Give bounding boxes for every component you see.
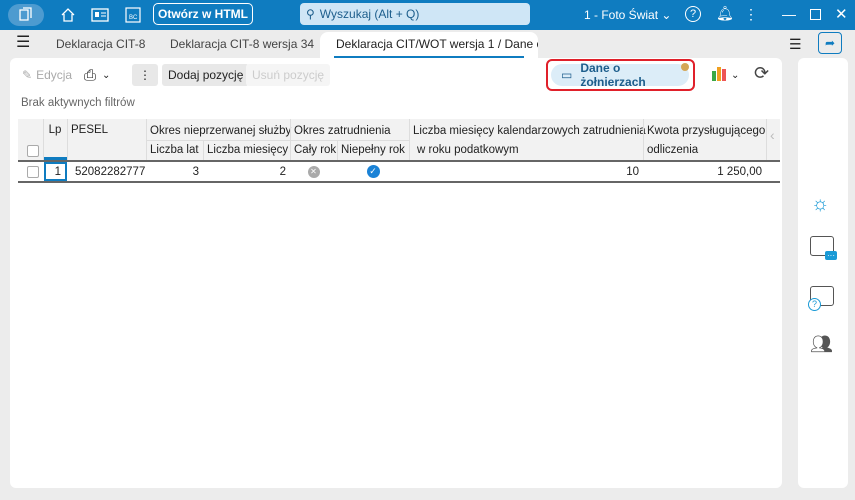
- tab-bar: ☰ Deklaracja CIT-8 Deklaracja CIT-8 wers…: [0, 30, 855, 60]
- chevron-down-icon: ⌄: [102, 69, 111, 81]
- app-logo[interactable]: [8, 4, 44, 26]
- title-bar: BC Otwórz w HTML ⚲ Wyszukaj (Alt + Q) 1 -…: [0, 0, 855, 30]
- scroll-left-arrow[interactable]: ‹: [766, 127, 779, 143]
- list-icon[interactable]: ☰: [789, 36, 802, 53]
- col-years[interactable]: Liczba lat: [146, 140, 203, 160]
- more-actions-button[interactable]: ⋮: [132, 64, 158, 86]
- edit-icon: ✎: [22, 68, 33, 82]
- select-all-checkbox[interactable]: [23, 143, 43, 159]
- open-html-button[interactable]: Otwórz w HTML: [153, 3, 253, 25]
- col-partial-year[interactable]: Niepełny rok: [337, 140, 409, 160]
- remove-position-button[interactable]: Usuń pozycję: [246, 64, 331, 86]
- cube-icon: ▭: [561, 68, 573, 82]
- cell-full-year[interactable]: ✕: [290, 162, 337, 181]
- chat-icon[interactable]: ···: [810, 236, 837, 260]
- menu-icon[interactable]: ☰: [16, 35, 30, 51]
- right-sidebar: ☼ ··· ? 👥︎: [798, 58, 848, 488]
- more-icon[interactable]: ⋮: [744, 6, 758, 23]
- printer-icon: ⎙: [84, 66, 97, 84]
- notification-dot: [681, 63, 689, 71]
- filter-status: Brak aktywnych filtrów: [21, 97, 135, 109]
- col-pesel[interactable]: PESEL: [67, 121, 112, 139]
- x-circle-icon: ✕: [307, 165, 320, 178]
- chart-icon[interactable]: ⌄: [712, 67, 739, 81]
- tab-cit8-v34[interactable]: Deklaracja CIT-8 wersja 34: [170, 37, 314, 51]
- svg-text:BC: BC: [129, 15, 138, 21]
- news-icon[interactable]: [91, 6, 109, 24]
- search-input[interactable]: ⚲ Wyszukaj (Alt + Q): [300, 3, 530, 25]
- col-amount-2: odliczenia: [647, 144, 699, 156]
- minimize-button[interactable]: —: [782, 6, 796, 22]
- col-lp[interactable]: Lp: [43, 121, 67, 139]
- help-chat-icon[interactable]: ?: [808, 286, 834, 311]
- row-checkbox[interactable]: [23, 162, 43, 181]
- help-icon[interactable]: ?: [685, 6, 701, 22]
- col-employment: Okres zatrudnienia: [294, 125, 391, 137]
- search-icon: ⚲: [306, 7, 315, 21]
- print-button[interactable]: ⎙ ⌄: [78, 64, 116, 86]
- check-circle-icon: ✓: [366, 165, 380, 178]
- table-row[interactable]: 1 52082282777 3 2 ✕ ✓ 10 1 250,00: [18, 162, 780, 181]
- lightbulb-icon[interactable]: ☼: [811, 193, 829, 216]
- consultant-icon[interactable]: 👥︎: [810, 334, 833, 355]
- cell-lp[interactable]: 1: [44, 162, 67, 181]
- cell-partial-year[interactable]: ✓: [337, 162, 409, 181]
- bc-icon[interactable]: BC: [124, 6, 142, 24]
- soldiers-data-button[interactable]: ▭ Dane o żołnierzach: [551, 61, 689, 89]
- tab-cit-wot[interactable]: Deklaracja CIT/WOT wersja 1 / Dane o: [320, 32, 538, 60]
- tab-cit8[interactable]: Deklaracja CIT-8: [56, 37, 145, 51]
- cell-pesel[interactable]: 52082282777: [71, 162, 149, 181]
- col-months[interactable]: Liczba miesięcy: [203, 140, 292, 160]
- maximize-button[interactable]: [810, 9, 821, 20]
- edit-button[interactable]: ✎ Edycja: [16, 64, 78, 86]
- cell-months[interactable]: 2: [203, 162, 290, 181]
- col-calendar-months[interactable]: Liczba miesięcy kalendarzowych zatrudnie…: [409, 121, 650, 141]
- col-calendar-months-2: w roku podatkowym: [417, 144, 519, 156]
- add-position-button[interactable]: Dodaj pozycję: [162, 64, 250, 86]
- col-amount[interactable]: Kwota przysługującego: [643, 121, 769, 141]
- close-button[interactable]: ✕: [835, 5, 848, 23]
- cell-amount[interactable]: 1 250,00: [643, 162, 766, 181]
- cell-years[interactable]: 3: [146, 162, 203, 181]
- col-full-year[interactable]: Cały rok: [290, 140, 340, 160]
- company-selector[interactable]: 1 - Foto Świat ⌄: [584, 8, 671, 22]
- share-icon[interactable]: ➦: [818, 32, 842, 54]
- cell-calendar-months[interactable]: 10: [409, 162, 643, 181]
- refresh-icon[interactable]: ⟳: [754, 63, 769, 84]
- bell-icon[interactable]: 🔔︎: [716, 5, 734, 22]
- col-service: Okres nieprzerwanej służby: [150, 125, 292, 137]
- home-icon[interactable]: [59, 6, 77, 24]
